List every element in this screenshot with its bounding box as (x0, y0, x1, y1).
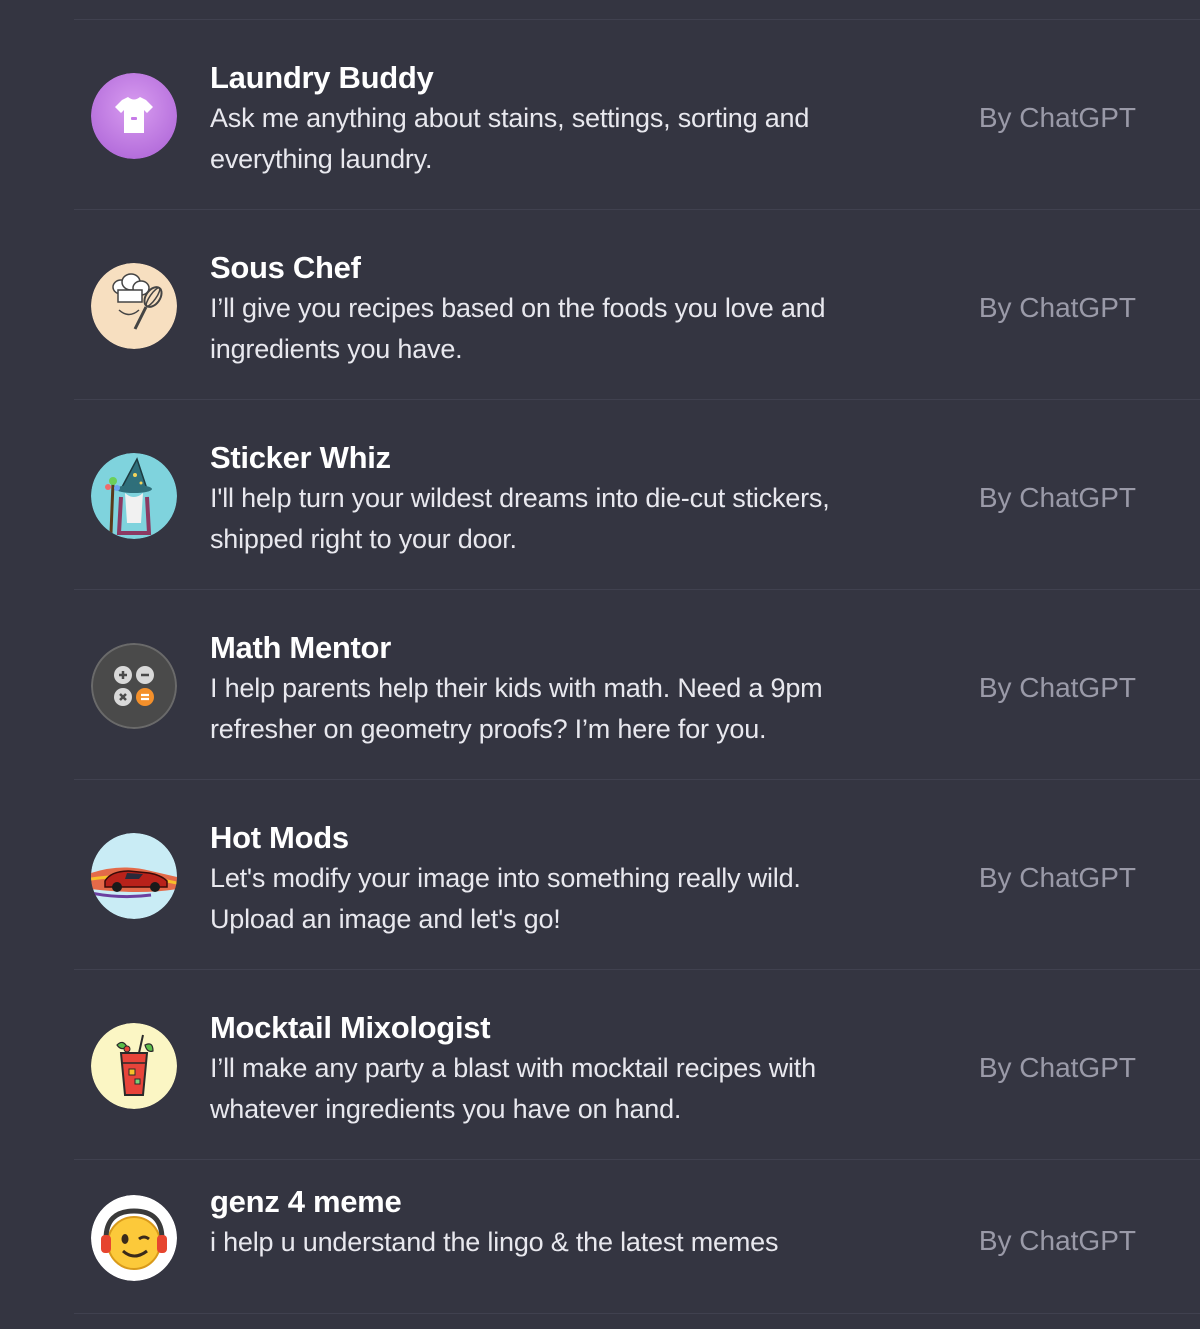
gpt-description-line-2: everything laundry. (210, 144, 433, 174)
winking-emoji-headphones-icon (91, 1195, 177, 1281)
gpt-description-line-1: i help u understand the lingo & the late… (210, 1227, 779, 1257)
gpt-row-hot-mods[interactable]: Hot Mods Let's modify your image into so… (74, 780, 1200, 970)
gpt-author: By ChatGPT (978, 862, 1136, 893)
gpt-name: Mocktail Mixologist (210, 1010, 491, 1045)
race-car-icon (91, 833, 177, 919)
gpt-description-line-1: Let's modify your image into something r… (210, 863, 801, 893)
gpt-author: By ChatGPT (978, 672, 1136, 703)
gpt-description-line-2: refresher on geometry proofs? I’m here f… (210, 714, 767, 744)
gpt-description-line-1: I help parents help their kids with math… (210, 673, 823, 703)
gpt-text: Sticker Whiz I'll help turn your wildest… (210, 438, 910, 560)
gpt-description-line-1: I’ll make any party a blast with mocktai… (210, 1053, 816, 1083)
gpt-row-mocktail-mixologist[interactable]: Mocktail Mixologist I’ll make any party … (74, 970, 1200, 1160)
gpt-text: Sous Chef I’ll give you recipes based on… (210, 248, 910, 370)
gpt-name: genz 4 meme (210, 1184, 402, 1219)
gpt-name: Math Mentor (210, 630, 391, 665)
gpt-author: By ChatGPT (978, 292, 1136, 323)
gpt-text: Math Mentor I help parents help their ki… (210, 628, 910, 750)
gpt-list: Laundry Buddy Ask me anything about stai… (74, 19, 1200, 1314)
gpt-description-line-1: I’ll give you recipes based on the foods… (210, 293, 826, 323)
gpt-name: Laundry Buddy (210, 60, 434, 95)
gpt-text: Hot Mods Let's modify your image into so… (210, 818, 910, 940)
gpt-text: Mocktail Mixologist I’ll make any party … (210, 1008, 910, 1130)
tshirt-icon (91, 73, 177, 159)
gpt-author: By ChatGPT (978, 482, 1136, 513)
gpt-author: By ChatGPT (978, 102, 1136, 133)
gpt-name: Sous Chef (210, 250, 361, 285)
gpt-description-line-2: Upload an image and let's go! (210, 904, 561, 934)
gpt-row-sous-chef[interactable]: Sous Chef I’ll give you recipes based on… (74, 210, 1200, 400)
gpt-description-line-2: whatever ingredients you have on hand. (210, 1094, 682, 1124)
gpt-description-line-1: I'll help turn your wildest dreams into … (210, 483, 830, 513)
gpt-name: Sticker Whiz (210, 440, 391, 475)
gpt-description-line-2: shipped right to your door. (210, 524, 517, 554)
gpt-text: Laundry Buddy Ask me anything about stai… (210, 58, 910, 180)
gpt-text: genz 4 meme i help u understand the ling… (210, 1182, 910, 1263)
calculator-icon (91, 643, 177, 729)
gpt-name: Hot Mods (210, 820, 349, 855)
gpt-author: By ChatGPT (978, 1052, 1136, 1083)
mocktail-glass-icon (91, 1023, 177, 1109)
gpt-row-sticker-whiz[interactable]: Sticker Whiz I'll help turn your wildest… (74, 400, 1200, 590)
gpt-description-line-2: ingredients you have. (210, 334, 463, 364)
gpt-row-genz-4-meme[interactable]: genz 4 meme i help u understand the ling… (74, 1160, 1200, 1314)
gpt-row-laundry-buddy[interactable]: Laundry Buddy Ask me anything about stai… (74, 20, 1200, 210)
gpt-description-line-1: Ask me anything about stains, settings, … (210, 103, 810, 133)
gpt-row-math-mentor[interactable]: Math Mentor I help parents help their ki… (74, 590, 1200, 780)
wizard-icon (91, 453, 177, 539)
gpt-author: By ChatGPT (978, 1225, 1136, 1256)
chef-hat-whisk-icon (91, 263, 177, 349)
